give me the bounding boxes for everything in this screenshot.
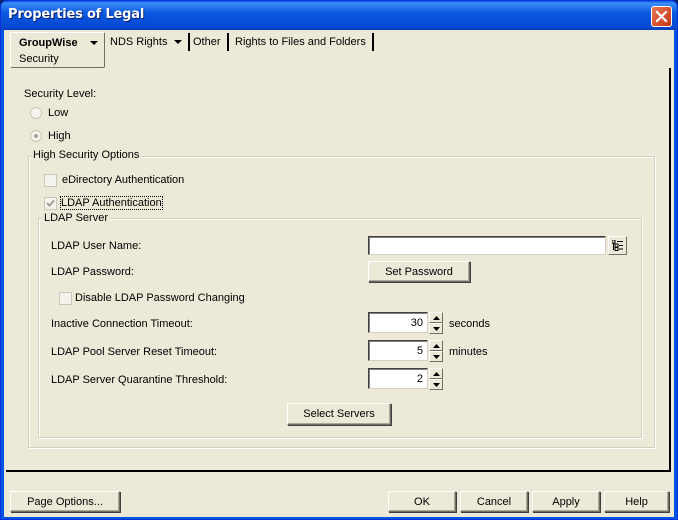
radio-selected-dot <box>34 134 38 138</box>
inactive-timeout-unit: seconds <box>449 318 490 330</box>
browse-tree-icon <box>612 240 623 251</box>
checkmark-icon <box>46 199 55 207</box>
ldap-password-label: LDAP Password: <box>51 266 134 278</box>
quarantine-threshold-input[interactable]: 2 <box>368 368 428 389</box>
tab-rights-to-files[interactable]: Rights to Files and Folders <box>230 33 374 51</box>
spin-down-button[interactable] <box>429 351 443 362</box>
ldap-user-name-label: LDAP User Name: <box>51 240 142 252</box>
apply-button[interactable]: Apply <box>532 491 600 512</box>
spin-down-button[interactable] <box>429 379 443 390</box>
disable-ldap-pw-change-label[interactable]: Disable LDAP Password Changing <box>75 292 245 304</box>
title-bar[interactable]: Properties of Legal <box>1 1 677 30</box>
arrow-down-icon <box>432 354 440 359</box>
tab-groupwise-label: GroupWise <box>19 37 78 49</box>
ldap-server-legend: LDAP Server <box>42 212 110 224</box>
pool-reset-timeout-spinner[interactable] <box>429 340 443 362</box>
arrow-up-icon <box>432 371 440 376</box>
spin-up-button[interactable] <box>429 368 443 379</box>
disable-ldap-pw-change-checkbox[interactable] <box>59 292 72 305</box>
pool-reset-timeout-input[interactable]: 5 <box>368 340 428 361</box>
tab-strip: GroupWise Security NDS Rights Other Righ… <box>4 30 674 70</box>
quarantine-threshold-spinner[interactable] <box>429 368 443 390</box>
inactive-timeout-label: Inactive Connection Timeout: <box>51 318 193 330</box>
radio-high[interactable] <box>30 130 42 142</box>
edirectory-auth-label[interactable]: eDirectory Authentication <box>62 174 184 186</box>
security-panel: Security Level: Low High High Security O… <box>6 68 671 472</box>
window-title: Properties of Legal <box>8 7 145 22</box>
arrow-up-icon <box>432 343 440 348</box>
cancel-button[interactable]: Cancel <box>460 491 528 512</box>
ldap-auth-checkbox[interactable] <box>44 197 57 210</box>
ok-button[interactable]: OK <box>388 491 456 512</box>
arrow-up-icon <box>432 315 440 320</box>
edirectory-auth-checkbox[interactable] <box>44 174 57 187</box>
ldap-auth-label[interactable]: LDAP Authentication <box>60 196 163 210</box>
spin-up-button[interactable] <box>429 340 443 351</box>
tab-subpage-security[interactable]: Security <box>19 53 59 65</box>
tab-groupwise[interactable]: GroupWise Security <box>10 32 105 68</box>
radio-low-label[interactable]: Low <box>48 107 68 119</box>
pool-reset-timeout-label: LDAP Pool Server Reset Timeout: <box>51 346 218 358</box>
quarantine-threshold-label: LDAP Server Quarantine Threshold: <box>51 374 228 386</box>
pool-reset-timeout-unit: minutes <box>449 346 488 358</box>
inactive-timeout-input[interactable]: 30 <box>368 312 428 333</box>
inactive-timeout-spinner[interactable] <box>429 312 443 334</box>
radio-low[interactable] <box>30 107 42 119</box>
select-servers-button[interactable]: Select Servers <box>287 403 391 425</box>
dropdown-arrow-icon[interactable] <box>174 39 183 45</box>
tab-nds-rights-label: NDS Rights <box>110 36 168 48</box>
tab-other-label: Other <box>193 36 221 48</box>
page-options-button[interactable]: Page Options... <box>10 491 120 512</box>
properties-dialog: Properties of Legal GroupWise Security N… <box>0 0 678 520</box>
arrow-down-icon <box>432 326 440 331</box>
browse-button[interactable] <box>608 236 627 255</box>
close-button[interactable] <box>651 6 672 27</box>
tab-other[interactable]: Other <box>188 33 229 51</box>
tab-rights-label: Rights to Files and Folders <box>235 36 366 48</box>
dialog-client-area: GroupWise Security NDS Rights Other Righ… <box>4 30 674 517</box>
high-security-options-legend: High Security Options <box>31 149 142 161</box>
close-icon <box>655 10 668 23</box>
dropdown-arrow-icon[interactable] <box>90 41 98 46</box>
spin-down-button[interactable] <box>429 323 443 334</box>
radio-high-label[interactable]: High <box>48 130 71 142</box>
help-button[interactable]: Help <box>604 491 669 512</box>
spin-up-button[interactable] <box>429 312 443 323</box>
set-password-button[interactable]: Set Password <box>368 261 470 282</box>
ldap-user-name-input[interactable] <box>368 236 606 255</box>
security-level-label: Security Level: <box>24 88 97 100</box>
arrow-down-icon <box>432 382 440 387</box>
tab-nds-rights[interactable]: NDS Rights <box>105 33 191 51</box>
